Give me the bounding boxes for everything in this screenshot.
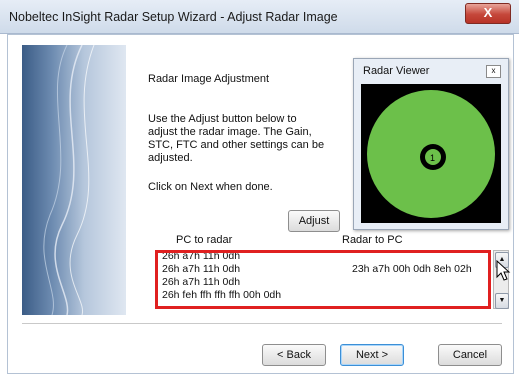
window-close-button[interactable]: X xyxy=(465,3,511,24)
next-instruction: Click on Next when done. xyxy=(148,181,273,193)
radar-blip-label: 1 xyxy=(430,153,435,163)
radar-response-line: 23h a7h 00h 0dh 8eh 02h xyxy=(352,263,472,275)
log-line: 26h a7h 11h 0dh xyxy=(162,263,241,275)
page-heading: Radar Image Adjustment xyxy=(148,73,270,85)
down-arrow-icon[interactable]: ▼ xyxy=(495,293,509,309)
adjust-button[interactable]: Adjust xyxy=(288,210,340,232)
description-line: STC, FTC and other settings can be xyxy=(148,139,325,151)
log-line: 26h a7h 11h 0dh xyxy=(162,276,241,288)
log-line: 26h a7h 11h 0dh xyxy=(162,250,241,262)
window-title: Nobeltec InSight Radar Setup Wizard - Ad… xyxy=(9,10,338,24)
description-line: adjusted. xyxy=(148,152,193,164)
description-line: adjust the radar image. The Gain, xyxy=(148,126,312,138)
log-line: 26h feh ffh ffh ffh 00h 0dh xyxy=(162,289,282,301)
cancel-button[interactable]: Cancel xyxy=(438,344,502,366)
footer-divider xyxy=(22,323,502,324)
radar-image: 1 xyxy=(367,90,495,218)
communication-log[interactable]: 26h a7h 11h 0dh 26h a7h 11h 0dh 26h a7h … xyxy=(155,250,491,309)
radar-viewer-window: Radar Viewer x 1 xyxy=(353,58,509,230)
next-button[interactable]: Next > xyxy=(340,344,404,366)
radar-viewer-title: Radar Viewer xyxy=(363,65,430,77)
banner-wave-graphic xyxy=(43,45,95,315)
page-description: Use the Adjust button below to adjust th… xyxy=(148,113,324,165)
radar-display: 1 xyxy=(361,84,501,223)
mouse-pointer-icon xyxy=(496,260,511,281)
radar-to-pc-label: Radar to PC xyxy=(342,234,403,246)
title-bar: Nobeltec InSight Radar Setup Wizard - Ad… xyxy=(0,0,519,34)
radar-viewer-close-button[interactable]: x xyxy=(486,65,501,78)
back-button[interactable]: < Back xyxy=(262,344,326,366)
pc-to-radar-label: PC to radar xyxy=(176,234,233,246)
wizard-banner-image xyxy=(22,45,126,315)
description-line: Use the Adjust button below to xyxy=(148,113,297,125)
